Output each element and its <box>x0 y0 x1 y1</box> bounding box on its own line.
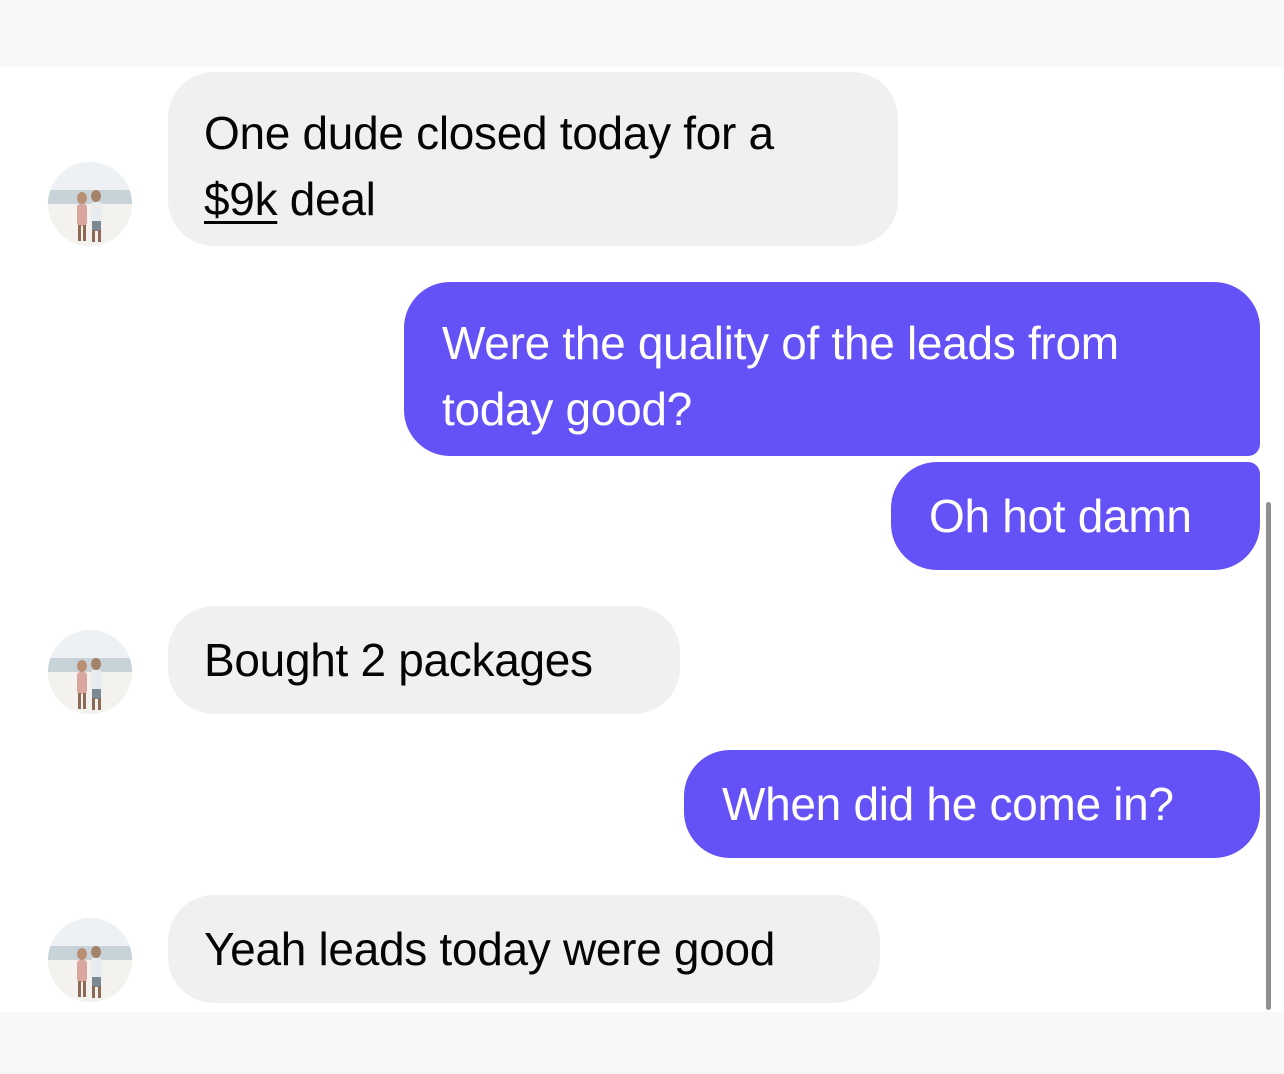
message-bubble-outgoing[interactable]: Oh hot damn <box>891 462 1260 570</box>
avatar-photo-icon <box>48 630 132 714</box>
message-bubble-incoming[interactable]: Bought 2 packages <box>168 606 680 714</box>
footer-area <box>0 1012 1284 1074</box>
message-text-line-2: $9k deal <box>204 166 862 232</box>
message-text-tail: deal <box>277 173 376 225</box>
avatar-photo-icon <box>48 162 132 246</box>
header-area <box>0 0 1284 66</box>
message-text: Bought 2 packages <box>204 634 593 686</box>
chat-screen: One dude closed today for a $9k deal Wer… <box>0 0 1284 1074</box>
message-text: One dude closed today for a <box>204 107 774 159</box>
message-bubble-incoming[interactable]: Yeah leads today were good <box>168 895 880 1003</box>
message-text: Yeah leads today were good <box>204 923 776 975</box>
money-link[interactable]: $9k <box>204 173 278 225</box>
avatar-photo-icon <box>48 918 132 1002</box>
contact-avatar[interactable] <box>48 918 132 1002</box>
message-text: When did he come in? <box>722 778 1174 830</box>
contact-avatar[interactable] <box>48 630 132 714</box>
message-bubble-outgoing[interactable]: When did he come in? <box>684 750 1260 858</box>
contact-avatar[interactable] <box>48 162 132 246</box>
message-text-line-2: today good? <box>442 383 692 435</box>
message-text: Oh hot damn <box>929 490 1192 542</box>
message-bubble-incoming[interactable]: One dude closed today for a $9k deal <box>168 72 898 246</box>
message-bubble-outgoing[interactable]: Were the quality of the leads from today… <box>404 282 1260 456</box>
scrollbar[interactable] <box>1266 502 1271 1010</box>
message-text: Were the quality of the leads from <box>442 317 1119 369</box>
